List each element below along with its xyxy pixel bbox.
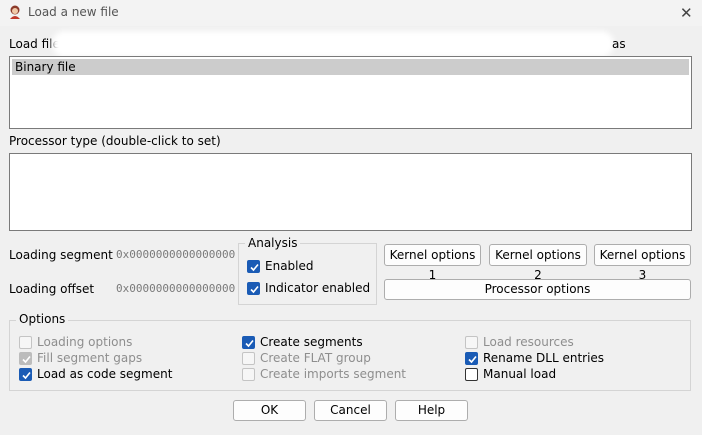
kernel-options-2-button[interactable]: Kernel options 2 xyxy=(489,244,587,282)
loading-segment-label: Loading segment xyxy=(9,248,113,262)
create-flat-group-label: Create FLAT group xyxy=(260,351,371,365)
checkbox-unchecked-icon xyxy=(242,368,255,381)
file-format-list[interactable]: Binary file xyxy=(9,56,692,129)
kernel-options-3-button[interactable]: Kernel options 3 xyxy=(594,244,691,282)
load-file-as-label: as xyxy=(612,37,626,51)
analysis-legend: Analysis xyxy=(245,236,301,250)
fill-segment-gaps-label: Fill segment gaps xyxy=(37,351,143,365)
load-as-code-segment-label: Load as code segment xyxy=(37,367,173,381)
help-button[interactable]: Help xyxy=(395,400,468,421)
indicator-enabled-label: Indicator enabled xyxy=(265,281,371,295)
checkbox-checked-icon xyxy=(242,336,255,349)
load-file-label: Load file xyxy=(9,37,60,51)
checkbox-unchecked-icon xyxy=(465,368,478,381)
loading-offset-field[interactable]: 0x0000000000000000 xyxy=(116,279,235,299)
window-title: Load a new file xyxy=(28,5,119,19)
options-legend: Options xyxy=(16,312,69,326)
loading-segment-field[interactable]: 0x0000000000000000 xyxy=(116,245,235,265)
checkbox-unchecked-icon xyxy=(465,336,478,349)
processor-type-label: Processor type (double-click to set) xyxy=(9,134,221,148)
redacted-file-path xyxy=(58,37,608,51)
load-resources-label: Load resources xyxy=(483,335,574,349)
loading-offset-label: Loading offset xyxy=(9,282,95,296)
title-bar: Load a new file ✕ xyxy=(0,0,702,26)
close-icon[interactable]: ✕ xyxy=(680,4,693,22)
checkbox-unchecked-icon xyxy=(242,352,255,365)
kernel-options-1-button[interactable]: Kernel options 1 xyxy=(384,244,481,282)
checkbox-checked-icon xyxy=(19,368,32,381)
ok-button[interactable]: OK xyxy=(233,400,306,421)
analysis-enabled-label: Enabled xyxy=(265,259,314,273)
checkbox-checked-icon xyxy=(19,352,32,365)
ida-app-icon xyxy=(10,5,20,19)
loading-options-label: Loading options xyxy=(37,335,133,349)
checkbox-checked-icon xyxy=(247,282,260,295)
file-format-item-binary[interactable]: Binary file xyxy=(12,59,689,75)
checkbox-unchecked-icon xyxy=(19,336,32,349)
cancel-button[interactable]: Cancel xyxy=(314,400,387,421)
checkbox-checked-icon xyxy=(465,352,478,365)
create-imports-segment-label: Create imports segment xyxy=(260,367,407,381)
analysis-group xyxy=(238,243,377,305)
rename-dll-entries-label: Rename DLL entries xyxy=(483,351,605,365)
processor-options-button[interactable]: Processor options xyxy=(384,279,691,300)
checkbox-checked-icon xyxy=(247,260,260,273)
create-segments-label: Create segments xyxy=(260,335,363,349)
processor-type-list[interactable] xyxy=(9,153,692,231)
manual-load-label: Manual load xyxy=(483,367,557,381)
